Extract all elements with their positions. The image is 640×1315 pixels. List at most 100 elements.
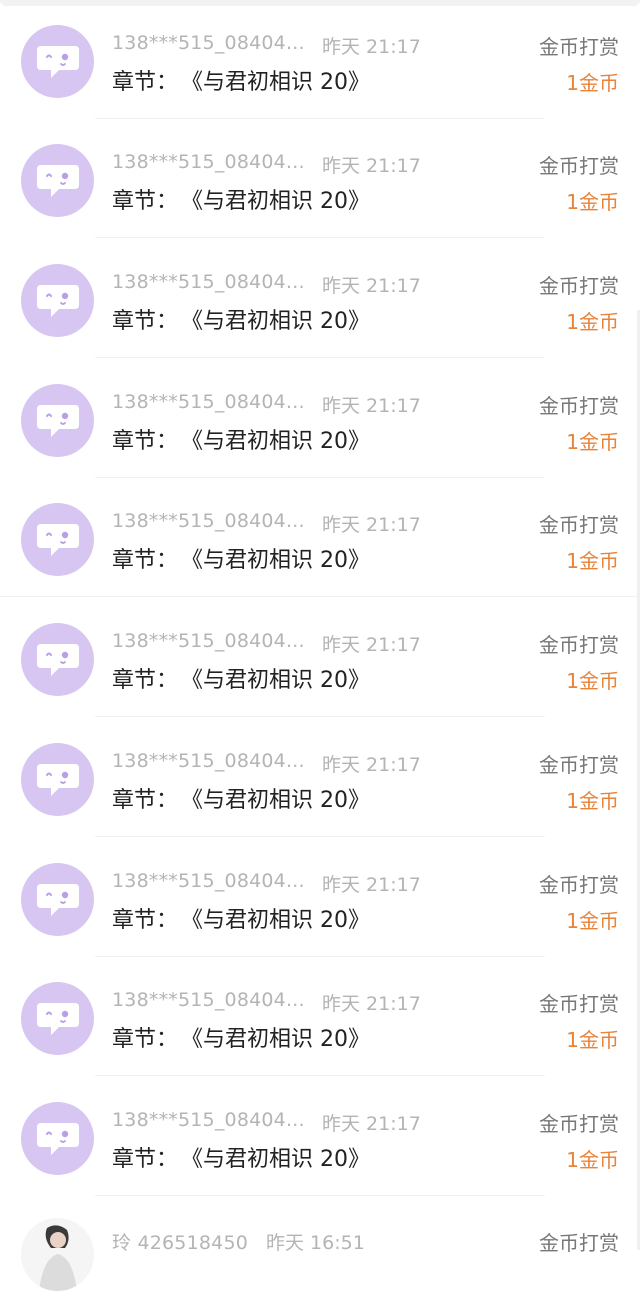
username: 138***515_08404... — [112, 870, 305, 892]
reward-amount: 1金币 — [566, 310, 619, 334]
avatar — [21, 863, 94, 936]
username: 138***515_08404... — [112, 32, 305, 54]
row-divider — [95, 1075, 545, 1076]
username: 138***515_08404... — [112, 510, 305, 532]
list-item[interactable]: 玲 426518450 昨天 16:51 金币打赏 — [0, 1196, 640, 1315]
username: 138***515_08404... — [112, 1109, 305, 1131]
row-divider — [0, 596, 640, 597]
avatar — [21, 264, 94, 337]
chapter-title: 《与君初相识 20》 — [192, 668, 371, 693]
chapter-label: 章节： — [112, 70, 179, 95]
chat-bubble-face-icon — [36, 523, 79, 556]
reward-type: 金币打赏 — [539, 394, 619, 418]
reward-type: 金币打赏 — [539, 274, 619, 298]
avatar — [21, 743, 94, 816]
chapter-info: 章节： 《与君初相识 20》 — [112, 662, 370, 694]
avatar — [21, 384, 94, 457]
reward-amount: 1金币 — [566, 71, 619, 95]
chapter-info: 章节： 《与君初相识 20》 — [112, 902, 370, 934]
timestamp: 昨天 21:17 — [322, 275, 421, 297]
list-item[interactable]: 138***515_08404... 昨天 21:17 章节： 《与君初相识 20… — [0, 239, 640, 358]
username: 138***515_08404... — [112, 750, 305, 772]
reward-type: 金币打赏 — [539, 992, 619, 1016]
reward-amount: 1金币 — [566, 669, 619, 693]
reward-type: 金币打赏 — [539, 35, 619, 59]
chapter-title: 《与君初相识 20》 — [192, 788, 371, 813]
chat-bubble-face-icon — [36, 45, 79, 78]
list-item[interactable]: 138***515_08404... 昨天 21:17 章节： 《与君初相识 20… — [0, 478, 640, 597]
list-item[interactable]: 138***515_08404... 昨天 21:17 章节： 《与君初相识 20… — [0, 598, 640, 717]
timestamp: 昨天 21:17 — [322, 36, 421, 58]
chapter-title: 《与君初相识 20》 — [192, 548, 371, 573]
chat-bubble-face-icon — [36, 1002, 79, 1035]
chapter-info: 章节： 《与君初相识 20》 — [112, 423, 370, 455]
chapter-info: 章节： 《与君初相识 20》 — [112, 1141, 370, 1173]
chapter-label: 章节： — [112, 189, 179, 214]
chat-bubble-face-icon — [36, 404, 79, 437]
avatar — [21, 144, 94, 217]
chapter-label: 章节： — [112, 668, 179, 693]
list-item[interactable]: 138***515_08404... 昨天 21:17 章节： 《与君初相识 20… — [0, 0, 640, 119]
timestamp: 昨天 21:17 — [322, 993, 421, 1015]
reward-type: 金币打赏 — [539, 513, 619, 537]
chapter-info: 章节： 《与君初相识 20》 — [112, 303, 370, 335]
reward-amount: 1金币 — [566, 789, 619, 813]
timestamp: 昨天 16:51 — [266, 1232, 365, 1254]
reward-amount: 1金币 — [566, 1028, 619, 1052]
chapter-label: 章节： — [112, 788, 179, 813]
reward-amount: 1金币 — [566, 1148, 619, 1172]
chapter-label: 章节： — [112, 429, 179, 454]
chapter-label: 章节： — [112, 1027, 179, 1052]
chat-bubble-face-icon — [36, 763, 79, 796]
row-divider — [95, 836, 545, 837]
list-item[interactable]: 138***515_08404... 昨天 21:17 章节： 《与君初相识 20… — [0, 838, 640, 957]
avatar — [21, 25, 94, 98]
reward-type: 金币打赏 — [539, 1112, 619, 1136]
timestamp: 昨天 21:17 — [322, 155, 421, 177]
list-item[interactable]: 138***515_08404... 昨天 21:17 章节： 《与君初相识 20… — [0, 718, 640, 837]
timestamp: 昨天 21:17 — [322, 514, 421, 536]
chat-bubble-face-icon — [36, 883, 79, 916]
avatar — [21, 503, 94, 576]
username: 138***515_08404... — [112, 391, 305, 413]
chapter-title: 《与君初相识 20》 — [192, 429, 371, 454]
timestamp: 昨天 21:17 — [322, 395, 421, 417]
user-photo-avatar — [21, 1218, 94, 1291]
reward-amount: 1金币 — [566, 430, 619, 454]
chapter-title: 《与君初相识 20》 — [192, 70, 371, 95]
reward-amount: 1金币 — [566, 909, 619, 933]
list-item[interactable]: 138***515_08404... 昨天 21:17 章节： 《与君初相识 20… — [0, 359, 640, 478]
username: 138***515_08404... — [112, 151, 305, 173]
list-item[interactable]: 138***515_08404... 昨天 21:17 章节： 《与君初相识 20… — [0, 119, 640, 238]
row-divider — [95, 716, 545, 717]
list-item[interactable]: 138***515_08404... 昨天 21:17 章节： 《与君初相识 20… — [0, 957, 640, 1076]
chapter-title: 《与君初相识 20》 — [192, 1147, 371, 1172]
chat-bubble-face-icon — [36, 1122, 79, 1155]
person-photo-icon — [21, 1218, 94, 1291]
chapter-label: 章节： — [112, 548, 179, 573]
reward-type: 金币打赏 — [539, 753, 619, 777]
username: 玲 426518450 — [112, 1232, 249, 1254]
chapter-title: 《与君初相识 20》 — [192, 189, 371, 214]
row-divider — [95, 357, 545, 358]
reward-type: 金币打赏 — [539, 154, 619, 178]
row-divider — [95, 237, 545, 238]
list-item[interactable]: 138***515_08404... 昨天 21:17 章节： 《与君初相识 20… — [0, 1077, 640, 1196]
username: 138***515_08404... — [112, 989, 305, 1011]
chapter-label: 章节： — [112, 1147, 179, 1172]
reward-amount: 1金币 — [566, 549, 619, 573]
username: 138***515_08404... — [112, 271, 305, 293]
chapter-info: 章节： 《与君初相识 20》 — [112, 183, 370, 215]
reward-type: 金币打赏 — [539, 1231, 619, 1255]
chapter-title: 《与君初相识 20》 — [192, 1027, 371, 1052]
chapter-info: 章节： 《与君初相识 20》 — [112, 542, 370, 574]
chapter-info: 章节： 《与君初相识 20》 — [112, 1021, 370, 1053]
chapter-label: 章节： — [112, 908, 179, 933]
chapter-info: 章节： 《与君初相识 20》 — [112, 782, 370, 814]
timestamp: 昨天 21:17 — [322, 754, 421, 776]
avatar — [21, 623, 94, 696]
chapter-title: 《与君初相识 20》 — [192, 908, 371, 933]
username: 138***515_08404... — [112, 630, 305, 652]
chapter-label: 章节： — [112, 309, 179, 334]
chat-bubble-face-icon — [36, 643, 79, 676]
